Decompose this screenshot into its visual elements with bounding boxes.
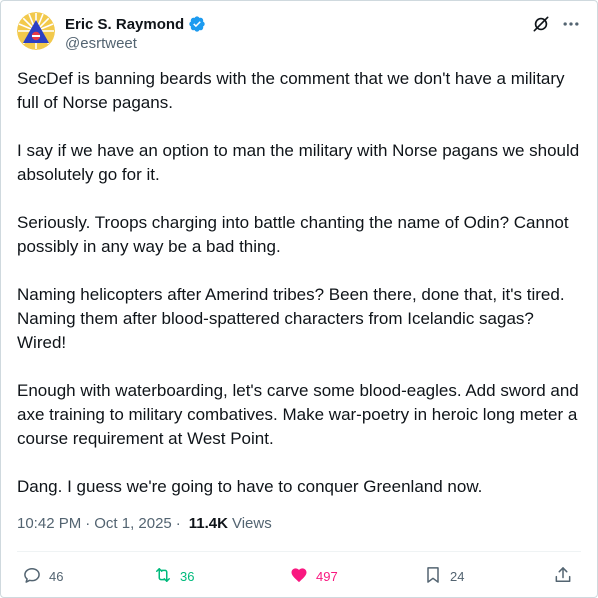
tweet-paragraph: Seriously. Troops charging into battle c… — [17, 213, 569, 256]
header-icons — [531, 14, 581, 34]
tweet-paragraph: Naming helicopters after Amerind tribes?… — [17, 285, 565, 352]
verified-badge-icon[interactable] — [188, 15, 206, 33]
tweet-paragraph: Enough with waterboarding, let's carve s… — [17, 381, 579, 448]
more-icon[interactable] — [561, 14, 581, 34]
avatar-image — [17, 12, 55, 50]
repost-button[interactable]: 36 — [153, 562, 194, 590]
views-count[interactable]: 11.4K — [189, 515, 228, 532]
tweet-text: SecDef is banning beards with the commen… — [17, 67, 583, 523]
name-row: Eric S. Raymond — [65, 14, 206, 34]
tweet-card: Eric S. Raymond @esrtweet SecDef is bann… — [0, 0, 598, 598]
repost-count: 36 — [180, 568, 195, 584]
tweet-date[interactable]: Oct 1, 2025 — [94, 515, 172, 532]
avatar[interactable] — [17, 12, 55, 50]
grok-icon[interactable] — [531, 14, 551, 34]
tweet-paragraph: I say if we have an option to man the mi… — [17, 141, 580, 184]
tweet-paragraph: Dang. I guess we're going to have to con… — [17, 477, 483, 496]
like-button[interactable]: 497 — [289, 562, 338, 590]
tweet-time[interactable]: 10:42 PM — [17, 515, 81, 532]
bookmark-icon — [423, 565, 443, 588]
share-button[interactable] — [553, 562, 573, 590]
tweet-header: Eric S. Raymond @esrtweet — [17, 12, 581, 56]
tweet-paragraph: SecDef is banning beards with the commen… — [17, 69, 565, 112]
bookmark-count: 24 — [450, 568, 465, 584]
tweet-meta: 10:42 PM · Oct 1, 2025 · 11.4K Views — [17, 515, 272, 532]
separator-dot: · — [175, 515, 181, 532]
divider — [17, 551, 581, 552]
action-bar: 46 36 497 24 — [17, 562, 581, 590]
author-handle[interactable]: @esrtweet — [65, 35, 206, 52]
repost-icon — [153, 565, 173, 588]
reply-icon — [22, 565, 42, 588]
author-info: Eric S. Raymond @esrtweet — [65, 14, 206, 52]
like-count: 497 — [316, 568, 338, 584]
share-icon — [553, 565, 573, 588]
separator-dot: · — [85, 515, 91, 532]
author-name[interactable]: Eric S. Raymond — [65, 16, 184, 33]
reply-count: 46 — [49, 568, 64, 584]
heart-icon — [289, 565, 309, 588]
bookmark-button[interactable]: 24 — [423, 562, 464, 590]
views-label: Views — [231, 515, 272, 532]
reply-button[interactable]: 46 — [22, 562, 63, 590]
